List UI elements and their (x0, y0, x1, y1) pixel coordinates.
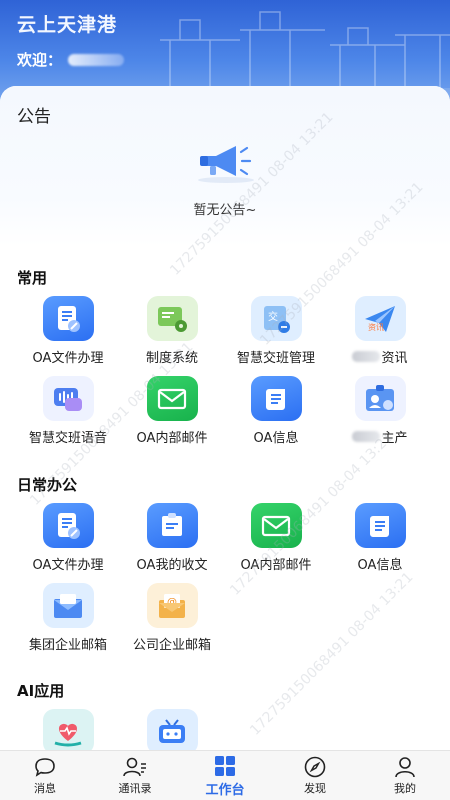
mail-icon (250, 503, 302, 548)
app-tile-oa-document-daily[interactable]: OA文件办理 (12, 503, 124, 573)
notice-empty-text: 暂无公告~ (193, 203, 257, 218)
app-tile-oa-internal-mail[interactable]: OA内部邮件 (116, 376, 228, 446)
group-mailbox-icon (42, 583, 94, 628)
app-tile-ai-tv[interactable] (116, 709, 228, 750)
rules-system-icon (146, 296, 198, 341)
app-tile-shift-management[interactable]: 交 智慧交班管理 (220, 296, 332, 366)
tab-workbench[interactable]: 工作台 (180, 751, 270, 800)
app-tile-label: 集团企业邮箱 (28, 638, 107, 653)
megaphone-icon (198, 146, 254, 183)
app-tile-label: 制度系统 (145, 351, 198, 366)
app-tile-label: 公司企业邮箱 (132, 638, 211, 653)
health-care-icon (42, 709, 94, 750)
app-tile-group-mailbox[interactable]: 集团企业邮箱 (12, 583, 124, 653)
section-title-daily-office: 日常办公 (17, 476, 78, 494)
message-bubble-icon (32, 755, 58, 779)
welcome-label: 欢迎： (17, 51, 63, 69)
app-tile-label: OA我的收文 (136, 558, 208, 573)
welcome-row: 欢迎： (17, 49, 125, 70)
document-edit-icon (42, 503, 94, 548)
blurred-text (352, 351, 381, 362)
id-card-icon (354, 376, 406, 421)
app-tile-label: OA信息 (357, 558, 403, 573)
company-mailbox-icon: @ (146, 583, 198, 628)
app-tile-label: OA内部邮件 (136, 431, 208, 446)
section-title-common: 常用 (17, 269, 48, 287)
voice-message-icon (42, 376, 94, 421)
blurred-text (352, 431, 381, 442)
person-icon (392, 755, 418, 779)
bottom-tab-bar: 消息 通讯录 工作台 发现 我的 (0, 750, 450, 800)
app-tile-oa-document[interactable]: OA文件办理 (12, 296, 124, 366)
tab-label: 发现 (304, 782, 326, 795)
welcome-username-blurred (68, 53, 125, 66)
app-tile-label: 智慧交班语音 (28, 431, 107, 446)
shift-handover-icon: 交 (250, 296, 302, 341)
app-tile-label: 智慧交班管理 (236, 351, 315, 366)
svg-text:交: 交 (268, 310, 278, 323)
tab-label: 工作台 (205, 782, 245, 798)
app-tile-label-row: 主产 (352, 427, 408, 446)
scroll-icon (354, 503, 406, 548)
svg-text:资讯: 资讯 (368, 322, 384, 332)
app-title: 云上天津港 (17, 14, 118, 36)
app-tile-oa-info[interactable]: OA信息 (220, 376, 332, 446)
app-tile-rules-system[interactable]: 制度系统 (116, 296, 228, 366)
app-tile-news[interactable]: 资讯 资讯 (324, 296, 436, 366)
app-tile-label: OA文件办理 (32, 558, 104, 573)
grid-workbench-icon (212, 754, 238, 778)
watermark-text: 17275915006849​1 08-04 13:21 (247, 569, 417, 739)
tab-label: 通讯录 (118, 782, 152, 795)
compass-icon (302, 755, 328, 779)
document-edit-icon (42, 296, 94, 341)
app-tile-ai-health[interactable] (12, 709, 124, 750)
tab-label: 消息 (34, 782, 56, 795)
tv-robot-icon (146, 709, 198, 750)
news-plane-icon: 资讯 (354, 296, 406, 341)
app-tile-label: OA内部邮件 (240, 558, 312, 573)
notice-title: 公告 (17, 107, 51, 127)
mail-icon (146, 376, 198, 421)
app-tile-label: 主产 (381, 431, 408, 446)
tab-label: 我的 (394, 782, 416, 795)
app-tile-oa-info-daily[interactable]: OA信息 (324, 503, 436, 573)
tab-contacts[interactable]: 通讯录 (90, 751, 180, 800)
app-tile-label-row: 资讯 (352, 347, 408, 366)
inbox-document-icon (146, 503, 198, 548)
section-title-ai-apps: AI应用 (17, 682, 65, 700)
tab-messages[interactable]: 消息 (0, 751, 90, 800)
app-tile-label: OA信息 (253, 431, 299, 446)
contacts-icon (122, 755, 148, 779)
app-tile-label: OA文件办理 (32, 351, 104, 366)
tab-discover[interactable]: 发现 (270, 751, 360, 800)
tab-mine[interactable]: 我的 (360, 751, 450, 800)
app-tile-oa-my-inbox[interactable]: OA我的收文 (116, 503, 228, 573)
app-tile-label: 资讯 (381, 351, 408, 366)
app-tile-company-mailbox[interactable]: @ 公司企业邮箱 (116, 583, 228, 653)
app-tile-production[interactable]: 主产 (324, 376, 436, 446)
main-card: 公告 暂无公告~ 常用 OA文件办理 制度系统 交 智慧交班管理 资讯 资讯 智… (0, 86, 450, 750)
app-tile-oa-internal-mail-daily[interactable]: OA内部邮件 (220, 503, 332, 573)
app-tile-shift-voice[interactable]: 智慧交班语音 (12, 376, 124, 446)
notice-panel[interactable]: 公告 暂无公告~ (0, 86, 450, 246)
scroll-icon (250, 376, 302, 421)
